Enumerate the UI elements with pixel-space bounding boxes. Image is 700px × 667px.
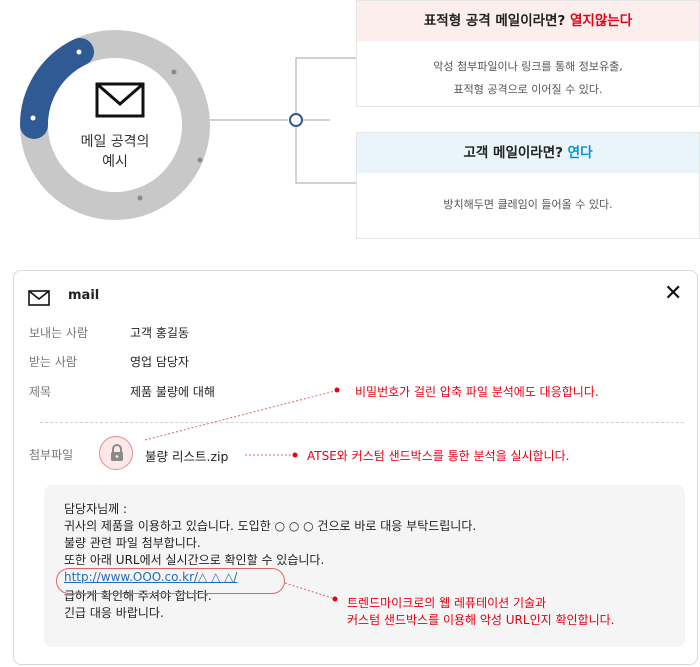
mail-title: mail [68, 288, 100, 303]
note-web-reputation-line2: 커스텀 샌드박스를 이용해 악성 URL인지 확인합니다. [347, 613, 615, 627]
to-value: 영업 담당자 [130, 355, 190, 369]
mail-envelope-icon [28, 290, 50, 306]
body-line: 또한 아래 URL에서 실시간으로 확인할 수 있습니다. [64, 553, 325, 567]
heading-highlight: 열지않는다 [570, 13, 633, 29]
targeted-attack-heading: 표적형 공격 메일이라면? 열지않는다 [357, 1, 699, 41]
heading-prefix: 고객 메일이라면? [463, 145, 568, 161]
attachment-label: 첨부파일 [29, 448, 74, 462]
ring-label-line1: 메일 공격의 [80, 134, 150, 150]
note-password-zip: 비밀번호가 걸린 압축 파일 분석에도 대응합니다. [355, 385, 599, 399]
ring-label-line2: 예시 [102, 154, 128, 170]
lock-icon [99, 436, 133, 470]
divider [40, 422, 684, 423]
note-web-reputation-line1: 트렌드마이크로의 웹 레퓨테이션 기술과 [347, 596, 547, 610]
targeted-attack-card: 표적형 공격 메일이라면? 열지않는다 악성 첨부파일이나 링크를 통해 정보유… [356, 0, 700, 107]
ring-dot [171, 69, 177, 75]
ring-dot [76, 49, 82, 55]
to-label: 받는 사람 [29, 355, 77, 369]
heading-prefix: 표적형 공격 메일이라면? [423, 13, 571, 29]
desc-line: 악성 첨부파일이나 링크를 통해 정보유출, [433, 60, 623, 73]
desc-line: 방치해두면 클레임이 들어올 수 있다. [443, 198, 613, 211]
ring-label: 메일 공격의 예시 [40, 132, 190, 172]
ring-dot [137, 195, 143, 201]
desc-line: 표적형 공격으로 이어질 수 있다. [453, 83, 603, 96]
from-value: 고객 홍길동 [130, 326, 190, 340]
from-label: 보내는 사람 [29, 326, 89, 340]
subject-value: 제품 불량에 대해 [130, 385, 215, 399]
body-line: 귀사의 제품을 이용하고 있습니다. 도입한 ○ ○ ○ 건으로 바로 대응 부… [64, 519, 477, 533]
envelope-icon [95, 82, 145, 118]
attachment-file[interactable]: 불량 리스트.zip [145, 446, 228, 465]
ring-dot [30, 115, 36, 121]
subject-label: 제목 [29, 385, 52, 399]
close-icon[interactable]: ✕ [664, 283, 682, 305]
connector-node [289, 113, 303, 127]
connector-lines [210, 57, 356, 184]
url-highlight-oval [56, 568, 285, 594]
customer-mail-card: 고객 메일이라면? 연다 방치해두면 클레임이 들어올 수 있다. [356, 132, 700, 239]
heading-highlight: 연다 [567, 145, 593, 161]
body-line: 담당자님께 : [64, 502, 128, 516]
customer-mail-desc: 방치해두면 클레임이 들어올 수 있다. [357, 173, 699, 216]
note-sandbox-analysis: ATSE와 커스텀 샌드박스를 통한 분석을 실시합니다. [307, 449, 570, 463]
body-line: 긴급 대응 바랍니다. [64, 606, 164, 620]
ring-dot [197, 157, 203, 163]
body-line: 불량 관련 파일 첨부합니다. [64, 536, 201, 550]
targeted-attack-desc: 악성 첨부파일이나 링크를 통해 정보유출, 표적형 공격으로 이어질 수 있다… [357, 41, 699, 101]
customer-mail-heading: 고객 메일이라면? 연다 [357, 133, 699, 173]
